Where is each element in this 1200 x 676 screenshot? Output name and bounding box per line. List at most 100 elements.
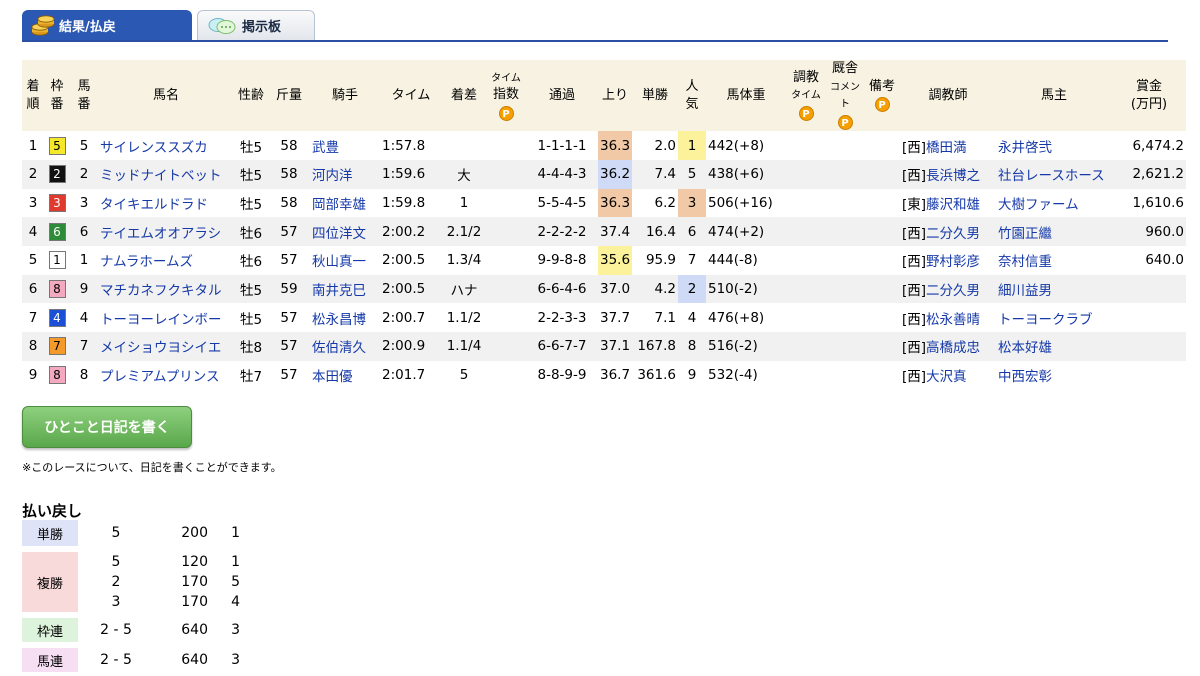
passing-cell: 8-8-9-9 bbox=[537, 367, 587, 384]
jockey-link[interactable]: 本田優 bbox=[312, 369, 353, 385]
col-chokyo[interactable]: 調教 タイム P bbox=[786, 60, 826, 132]
weight-cell: 516(-2) bbox=[706, 332, 786, 361]
horse-name-link[interactable]: テイエムオオアラシ bbox=[98, 217, 234, 246]
jockey-link[interactable]: 佐伯清久 bbox=[310, 332, 380, 361]
owner-link[interactable]: 竹園正繼 bbox=[998, 226, 1052, 242]
col-kyusha[interactable]: 厩舎 コメント P bbox=[826, 60, 864, 132]
trainer-link[interactable]: 野村彰彦 bbox=[926, 254, 980, 270]
jockey-link[interactable]: 四位洋文 bbox=[310, 217, 380, 246]
trainer-cell[interactable]: [西]高橋成忠 bbox=[900, 332, 996, 361]
owner-link[interactable]: 社台レースホース bbox=[996, 159, 1112, 189]
tab-board[interactable]: 掲示板 bbox=[197, 10, 315, 40]
waku-badge: 4 bbox=[48, 308, 66, 327]
rank-cell: 5 bbox=[28, 252, 38, 269]
trainer-link[interactable]: 長浜博之 bbox=[926, 168, 980, 184]
odds-cell: 2.0 bbox=[654, 137, 676, 154]
prize-cell bbox=[1112, 274, 1186, 304]
horse-name-link[interactable]: メイショウヨシイエ bbox=[98, 332, 234, 361]
jockey-link[interactable]: 南井克巳 bbox=[310, 274, 380, 304]
trainer-link[interactable]: 二分久男 bbox=[926, 226, 980, 242]
payout-row-umaren: 馬連 2 - 5 640 3 bbox=[22, 648, 240, 672]
trainer-cell[interactable]: [西]二分久男 bbox=[900, 217, 996, 246]
horse-name-link[interactable]: ミッドナイトベット bbox=[100, 168, 222, 184]
chokyo-cell bbox=[786, 361, 826, 390]
jockey-link[interactable]: 秋山真一 bbox=[310, 246, 380, 275]
owner-link[interactable]: トーヨークラブ bbox=[998, 312, 1093, 328]
owner-link[interactable]: 細川益男 bbox=[998, 283, 1052, 299]
chokyo-cell bbox=[786, 217, 826, 246]
jockey-link[interactable]: 四位洋文 bbox=[312, 226, 366, 242]
horse-name-link[interactable]: タイキエルドラド bbox=[98, 189, 234, 218]
horse-name-link[interactable]: マチカネフクキタル bbox=[100, 283, 222, 299]
result-row: 7 4 4 トーヨーレインボー 牡5 57 松永昌博 2:00.7 1.1/2 2-2-3-3 37… bbox=[22, 303, 1186, 332]
trainer-link[interactable]: 二分久男 bbox=[926, 283, 980, 299]
horse-name-link[interactable]: プレミアムプリンス bbox=[100, 369, 219, 385]
owner-link[interactable]: 中西宏彰 bbox=[996, 361, 1112, 390]
jockey-link[interactable]: 松永昌博 bbox=[312, 312, 366, 328]
horse-name-link[interactable]: ナムラホームズ bbox=[98, 246, 234, 275]
tab-results[interactable]: 結果/払戻 bbox=[22, 10, 192, 40]
col-time-index[interactable]: タイム 指数 P bbox=[486, 60, 526, 132]
col-passing: 通過 bbox=[526, 60, 598, 132]
trainer-cell[interactable]: [西]松永善晴 bbox=[900, 303, 996, 332]
sexage-cell: 牡8 bbox=[234, 332, 268, 361]
ninki-cell: 2 bbox=[678, 274, 706, 304]
owner-link[interactable]: 奈村信重 bbox=[998, 254, 1052, 270]
waku-badge: 3 bbox=[48, 193, 66, 212]
jockey-link[interactable]: 秋山真一 bbox=[312, 254, 366, 270]
trainer-link[interactable]: 高橋成忠 bbox=[926, 340, 980, 356]
owner-link[interactable]: 松本好雄 bbox=[996, 332, 1112, 361]
jockey-link[interactable]: 南井克巳 bbox=[312, 283, 366, 299]
horse-name-link[interactable]: マチカネフクキタル bbox=[98, 274, 234, 304]
owner-link[interactable]: 永井啓弐 bbox=[998, 140, 1052, 156]
jockey-link[interactable]: 本田優 bbox=[310, 361, 380, 390]
trainer-cell[interactable]: [西]二分久男 bbox=[900, 274, 996, 304]
chokyo-cell bbox=[786, 131, 826, 160]
col-biko[interactable]: 備考 P bbox=[864, 60, 900, 132]
jockey-link[interactable]: 岡部幸雄 bbox=[310, 189, 380, 218]
biko-cell bbox=[864, 332, 900, 361]
horse-name-link[interactable]: タイキエルドラド bbox=[100, 197, 208, 213]
chokyo-cell bbox=[786, 189, 826, 218]
horse-name-link[interactable]: プレミアムプリンス bbox=[98, 361, 234, 390]
horse-name-link[interactable]: トーヨーレインボー bbox=[100, 312, 222, 328]
owner-link[interactable]: 松本好雄 bbox=[998, 340, 1052, 356]
owner-link[interactable]: 細川益男 bbox=[996, 274, 1112, 304]
jockey-link[interactable]: 武豊 bbox=[312, 140, 339, 156]
owner-link[interactable]: 永井啓弐 bbox=[996, 131, 1112, 160]
horse-name-link[interactable]: サイレンススズカ bbox=[100, 140, 208, 156]
horse-name-link[interactable]: メイショウヨシイエ bbox=[100, 340, 221, 356]
jockey-link[interactable]: 武豊 bbox=[310, 131, 380, 160]
jockey-link[interactable]: 松永昌博 bbox=[310, 303, 380, 332]
trainer-link[interactable]: 橋田満 bbox=[926, 140, 967, 156]
horse-name-link[interactable]: トーヨーレインボー bbox=[98, 303, 234, 332]
kyusha-cell bbox=[826, 332, 864, 361]
trainer-cell[interactable]: [西]橋田満 bbox=[900, 131, 996, 160]
horse-name-link[interactable]: テイエムオオアラシ bbox=[100, 226, 221, 242]
jockey-link[interactable]: 佐伯清久 bbox=[312, 340, 366, 356]
trainer-link[interactable]: 大沢真 bbox=[926, 369, 967, 385]
horse-name-link[interactable]: ナムラホームズ bbox=[100, 254, 193, 270]
trainer-cell[interactable]: [東]藤沢和雄 bbox=[900, 189, 996, 218]
horse-name-link[interactable]: ミッドナイトベット bbox=[98, 159, 234, 189]
owner-link[interactable]: 竹園正繼 bbox=[996, 217, 1112, 246]
jockey-link[interactable]: 河内洋 bbox=[310, 159, 380, 189]
trainer-cell[interactable]: [西]野村彰彦 bbox=[900, 246, 996, 275]
owner-link[interactable]: 大樹ファーム bbox=[996, 189, 1112, 218]
jockey-link[interactable]: 河内洋 bbox=[312, 168, 353, 184]
write-diary-button[interactable]: ひとこと日記を書く bbox=[22, 406, 192, 448]
owner-link[interactable]: 奈村信重 bbox=[996, 246, 1112, 275]
trainer-link[interactable]: 藤沢和雄 bbox=[926, 197, 980, 213]
jockey-link[interactable]: 岡部幸雄 bbox=[312, 197, 366, 213]
owner-link[interactable]: 大樹ファーム bbox=[998, 197, 1079, 213]
owner-link[interactable]: 中西宏彰 bbox=[998, 369, 1052, 385]
owner-link[interactable]: トーヨークラブ bbox=[996, 303, 1112, 332]
time-cell: 1:57.8 bbox=[382, 137, 426, 154]
region-label: [西] bbox=[902, 282, 927, 299]
horse-name-link[interactable]: サイレンススズカ bbox=[98, 131, 234, 160]
trainer-cell[interactable]: [西]長浜博之 bbox=[900, 159, 996, 189]
odds-cell: 7.1 bbox=[654, 309, 676, 326]
trainer-link[interactable]: 松永善晴 bbox=[926, 312, 980, 328]
owner-link[interactable]: 社台レースホース bbox=[998, 168, 1105, 184]
trainer-cell[interactable]: [西]大沢真 bbox=[900, 361, 996, 390]
